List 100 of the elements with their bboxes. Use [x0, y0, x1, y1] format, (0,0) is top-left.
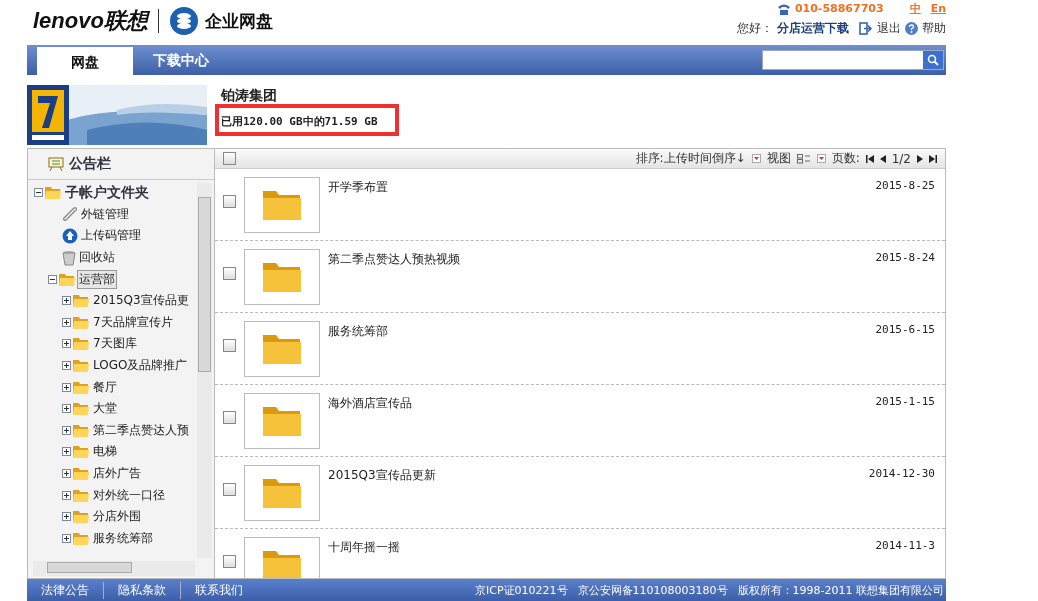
tree-item[interactable]: 分店外围 — [91, 507, 143, 527]
tree-item[interactable]: 对外统一口径 — [91, 485, 167, 505]
folder-icon — [72, 379, 90, 395]
file-checkbox[interactable] — [223, 195, 236, 208]
tree-item[interactable]: 店外广告 — [91, 464, 143, 483]
tree-item[interactable]: 餐厅 — [91, 377, 119, 397]
user-link[interactable]: 分店运营下载 — [777, 20, 849, 37]
select-all-checkbox[interactable] — [223, 152, 236, 165]
folder-icon — [72, 314, 90, 330]
nav-tab[interactable]: 网盘 — [37, 47, 133, 75]
pages-label: 页数: — [831, 150, 860, 167]
phone-icon — [776, 2, 791, 15]
expand-toggle[interactable] — [62, 425, 71, 435]
folder-icon — [44, 185, 62, 201]
folder-icon — [72, 401, 90, 417]
brand-logo: lenovo联想 — [33, 7, 148, 35]
expand-toggle[interactable] — [62, 469, 71, 478]
tree-item[interactable]: 大堂 — [91, 399, 119, 419]
expand-toggle[interactable] — [62, 382, 71, 392]
next-page-icon[interactable] — [917, 154, 923, 163]
file-checkbox[interactable] — [223, 483, 236, 496]
file-checkbox[interactable] — [223, 267, 236, 280]
horizontal-scrollbar[interactable] — [33, 561, 195, 576]
vertical-scrollbar[interactable] — [197, 183, 212, 558]
expand-toggle[interactable] — [34, 188, 43, 198]
footer-link[interactable]: 隐私条款 — [103, 581, 180, 599]
storage-usage: 已用120.00 GB中的71.59 GB — [221, 114, 378, 129]
notice-board-link[interactable]: 公告栏 — [69, 155, 111, 173]
expand-toggle[interactable] — [62, 317, 71, 327]
tree-item[interactable]: 第二季点赞达人预 — [91, 420, 191, 440]
file-name[interactable]: 海外酒店宣传品 — [328, 393, 868, 412]
footer-text: 版权所有：1998-2011 联想集团有限公司 — [737, 582, 944, 598]
footer-text: 京ICP证010221号 — [475, 582, 568, 598]
file-name[interactable]: 第二季点赞达人预热视频 — [328, 249, 868, 268]
first-page-icon[interactable] — [865, 154, 874, 163]
file-checkbox[interactable] — [223, 339, 236, 352]
folder-icon — [72, 293, 90, 309]
tree-item[interactable]: 电梯 — [91, 442, 119, 462]
file-checkbox[interactable] — [223, 411, 236, 424]
expand-toggle[interactable] — [62, 339, 71, 349]
footer-text: 京公安网备110108003180号 — [577, 582, 728, 598]
expand-toggle[interactable] — [48, 274, 57, 284]
file-name[interactable]: 2015Q3宣传品更新 — [328, 465, 861, 484]
tree-item[interactable]: 运营部 — [77, 269, 117, 289]
folder-icon — [262, 261, 302, 293]
folder-icon — [72, 530, 90, 546]
search-button[interactable] — [923, 51, 943, 69]
expand-toggle[interactable] — [62, 512, 71, 522]
disk-logo-icon — [168, 6, 199, 36]
expand-toggle[interactable] — [62, 490, 71, 500]
phone-number: 010-58867703 — [794, 2, 884, 15]
tree-item[interactable]: 回收站 — [77, 248, 117, 268]
tree-item[interactable]: 7天品牌宣传片 — [91, 312, 175, 332]
folder-icon — [262, 189, 302, 221]
folder-thumbnail[interactable] — [244, 393, 320, 449]
file-name[interactable]: 十周年摇一摇 — [328, 537, 868, 556]
dropdown-icon[interactable] — [751, 154, 761, 163]
folder-thumbnail[interactable] — [244, 321, 320, 377]
sort-menu[interactable]: 排序:上传时间倒序↓ — [635, 150, 746, 167]
tree-item[interactable]: 上传码管理 — [79, 226, 143, 246]
file-name[interactable]: 开学季布置 — [328, 177, 868, 196]
search-icon — [927, 54, 939, 66]
expand-toggle[interactable] — [62, 447, 71, 457]
previous-page-icon[interactable] — [879, 154, 886, 163]
folder-thumbnail[interactable] — [244, 465, 320, 521]
company-name: 铂涛集团 — [221, 86, 278, 105]
greeting: 您好： — [737, 20, 773, 37]
expand-toggle[interactable] — [62, 296, 71, 306]
list-view-icon[interactable] — [796, 153, 811, 164]
search-field[interactable] — [762, 50, 944, 70]
help-link[interactable]: 帮助 — [922, 20, 946, 37]
folder-icon — [72, 422, 90, 438]
file-date: 2015-8-25 — [875, 178, 935, 192]
page-number: 1/2 — [891, 151, 911, 166]
footer-link[interactable]: 联系我们 — [180, 581, 257, 599]
folder-icon — [72, 358, 90, 374]
folder-thumbnail[interactable] — [244, 537, 320, 578]
folder-icon — [72, 466, 90, 481]
expand-toggle[interactable] — [62, 404, 71, 414]
help-icon — [905, 22, 918, 35]
dropdown-icon[interactable] — [816, 154, 826, 163]
tree-item[interactable]: 7天图库 — [91, 334, 139, 354]
product-name: 企业网盘 — [204, 9, 273, 33]
file-name[interactable]: 服务统筹部 — [328, 321, 868, 340]
tree-item[interactable]: 外链管理 — [79, 204, 131, 224]
tree-item[interactable]: 服务统筹部 — [91, 528, 155, 548]
logout-icon — [859, 22, 873, 35]
folder-thumbnail[interactable] — [244, 177, 320, 233]
file-checkbox[interactable] — [223, 555, 236, 568]
last-page-icon[interactable] — [929, 154, 937, 163]
tree-item[interactable]: 2015Q3宣传品更 — [91, 291, 191, 311]
folder-thumbnail[interactable] — [244, 249, 320, 305]
expand-toggle[interactable] — [62, 533, 71, 543]
tree-item[interactable]: LOGO及品牌推广 — [91, 356, 190, 376]
logout-link[interactable]: 退出 — [877, 20, 901, 37]
notice-board-icon — [48, 157, 64, 171]
nav-tab[interactable]: 下载中心 — [133, 47, 229, 75]
expand-toggle[interactable] — [62, 361, 71, 371]
tree-item[interactable]: 子帐户文件夹 — [63, 182, 151, 203]
footer-link[interactable]: 法律公告 — [41, 581, 103, 599]
